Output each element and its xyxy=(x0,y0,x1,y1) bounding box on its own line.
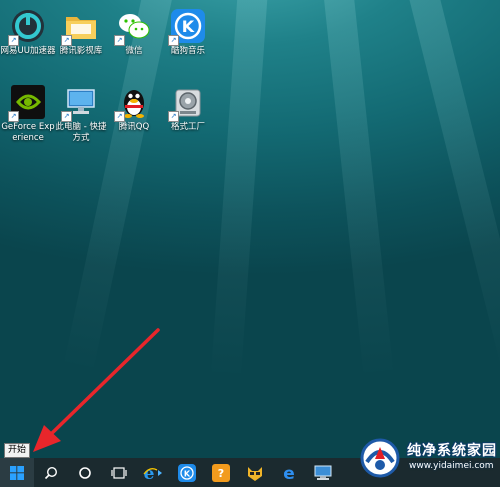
svg-text:e: e xyxy=(283,464,295,482)
internet-explorer-icon: e xyxy=(143,464,162,482)
cortana-button[interactable] xyxy=(68,458,102,487)
shortcut-arrow-icon: ↗ xyxy=(168,111,179,122)
svg-text:K: K xyxy=(182,17,195,36)
shortcut-arrow-icon: ↗ xyxy=(61,111,72,122)
desktop-icon-this-pc[interactable]: ↗ 此电脑 - 快捷方式 xyxy=(53,80,109,144)
kugou-icon: K ↗ xyxy=(168,8,206,46)
desktop-icon-format-factory[interactable]: ↗ 格式工厂 xyxy=(160,80,216,133)
light-ray xyxy=(210,0,270,381)
desktop-icon-geforce[interactable]: ↗ GeForce Experience xyxy=(0,80,56,144)
desktop-icon-wechat[interactable]: ↗ 微信 xyxy=(106,4,162,57)
desktop-icon-label: 网易UU加速器 xyxy=(0,46,56,56)
svg-text:?: ? xyxy=(218,467,224,480)
desktop-icon-label: 微信 xyxy=(125,46,143,56)
task-view-button[interactable] xyxy=(102,458,136,487)
desktop-background: ↗ 网易UU加速器 ↗ 腾讯影视库 ↗ 微信 K ↗ 酷狗音乐 ↗ GeForc… xyxy=(0,0,500,458)
watermark-title: 纯净系统家园 xyxy=(407,443,497,459)
taskbar-kugou[interactable]: K xyxy=(170,458,204,487)
tencent-app-icon: ? xyxy=(212,463,230,482)
nvidia-icon: ↗ xyxy=(8,84,46,122)
cat-app-icon xyxy=(248,466,262,481)
light-ray xyxy=(400,0,500,372)
format-factory-icon: ↗ xyxy=(168,84,206,122)
desktop-icon-label: 腾讯影视库 xyxy=(59,46,103,56)
start-tooltip: 开始 xyxy=(4,443,31,458)
cortana-circle-icon xyxy=(79,466,91,479)
taskbar-computer[interactable] xyxy=(306,458,340,487)
edge-icon: e xyxy=(283,464,295,482)
taskbar-cat-app[interactable] xyxy=(238,458,272,487)
svg-text:K: K xyxy=(184,469,191,478)
desktop-icon-label: 酷狗音乐 xyxy=(170,46,205,56)
shortcut-arrow-icon: ↗ xyxy=(114,35,125,46)
start-button[interactable] xyxy=(0,458,34,487)
taskbar-tencent-app[interactable]: ? xyxy=(204,458,238,487)
desktop-icon-kugou[interactable]: K ↗ 酷狗音乐 xyxy=(160,4,216,57)
desktop-icon-label: 腾讯QQ xyxy=(118,122,150,132)
search-button[interactable] xyxy=(34,458,68,487)
shortcut-arrow-icon: ↗ xyxy=(61,35,72,46)
search-icon xyxy=(44,466,58,479)
qq-penguin-icon: ↗ xyxy=(114,84,152,122)
desktop-icon-label: 格式工厂 xyxy=(170,122,205,132)
windows-start-icon xyxy=(10,465,24,480)
computer-icon: ↗ xyxy=(61,84,99,122)
computer-icon xyxy=(314,465,332,480)
watermark-url: www.yidaimei.com xyxy=(409,461,494,471)
desktop-icon-uu[interactable]: ↗ 网易UU加速器 xyxy=(0,4,56,57)
taskbar-ie[interactable]: e xyxy=(136,458,170,487)
desktop-icon-tencent-video[interactable]: ↗ 腾讯影视库 xyxy=(53,4,109,57)
shortcut-arrow-icon: ↗ xyxy=(114,111,125,122)
watermark: 纯净系统家园 www.yidaimei.com xyxy=(355,432,500,487)
folder-icon: ↗ xyxy=(61,8,99,46)
task-view-icon xyxy=(111,466,127,479)
wechat-icon: ↗ xyxy=(114,8,152,46)
light-ray xyxy=(320,0,394,380)
uu-accelerator-icon: ↗ xyxy=(8,8,46,46)
kugou-icon: K xyxy=(178,463,196,482)
desktop-icon-label: 此电脑 - 快捷方式 xyxy=(55,122,107,143)
watermark-logo-icon xyxy=(360,438,400,478)
desktop-icon-label: GeForce Experience xyxy=(1,122,55,143)
shortcut-arrow-icon: ↗ xyxy=(8,111,19,122)
shortcut-arrow-icon: ↗ xyxy=(8,35,19,46)
shortcut-arrow-icon: ↗ xyxy=(168,35,179,46)
desktop-icon-qq[interactable]: ↗ 腾讯QQ xyxy=(106,80,162,133)
taskbar-edge[interactable]: e xyxy=(272,458,306,487)
